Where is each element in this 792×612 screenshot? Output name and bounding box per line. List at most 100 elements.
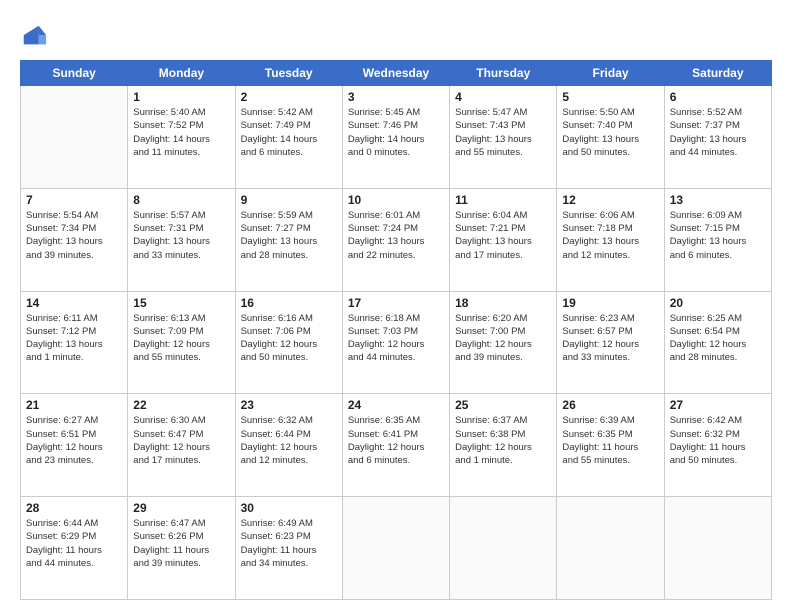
day-info: Sunrise: 5:45 AM Sunset: 7:46 PM Dayligh… [348,106,444,159]
day-info: Sunrise: 5:47 AM Sunset: 7:43 PM Dayligh… [455,106,551,159]
calendar-dow-thursday: Thursday [450,61,557,86]
day-info: Sunrise: 6:44 AM Sunset: 6:29 PM Dayligh… [26,517,122,570]
day-number: 23 [241,398,337,412]
day-number: 14 [26,296,122,310]
calendar-dow-tuesday: Tuesday [235,61,342,86]
logo-icon [20,22,48,50]
day-info: Sunrise: 6:04 AM Sunset: 7:21 PM Dayligh… [455,209,551,262]
header [20,18,772,50]
day-number: 30 [241,501,337,515]
day-info: Sunrise: 6:32 AM Sunset: 6:44 PM Dayligh… [241,414,337,467]
calendar-cell: 14 Sunrise: 6:11 AM Sunset: 7:12 PM Dayli… [21,291,128,394]
day-number: 24 [348,398,444,412]
day-info: Sunrise: 6:13 AM Sunset: 7:09 PM Dayligh… [133,312,229,365]
calendar-cell: 20Sunrise: 6:25 AM Sunset: 6:54 PM Dayli… [664,291,771,394]
day-number: 5 [562,90,658,104]
day-number: 25 [455,398,551,412]
day-info: Sunrise: 6:09 AM Sunset: 7:15 PM Dayligh… [670,209,766,262]
calendar-dow-sunday: Sunday [21,61,128,86]
day-info: Sunrise: 6:35 AM Sunset: 6:41 PM Dayligh… [348,414,444,467]
calendar-table: SundayMondayTuesdayWednesdayThursdayFrid… [20,60,772,600]
calendar-cell: 2 Sunrise: 5:42 AM Sunset: 7:49 PM Daylig… [235,86,342,189]
calendar-cell [664,497,771,600]
day-number: 12 [562,193,658,207]
calendar-cell: 24 Sunrise: 6:35 AM Sunset: 6:41 PM Dayli… [342,394,449,497]
calendar-cell: 15 Sunrise: 6:13 AM Sunset: 7:09 PM Dayli… [128,291,235,394]
calendar-cell: 27 Sunrise: 6:42 AM Sunset: 6:32 PM Dayli… [664,394,771,497]
calendar-cell: 3 Sunrise: 5:45 AM Sunset: 7:46 PM Daylig… [342,86,449,189]
day-number: 11 [455,193,551,207]
day-number: 3 [348,90,444,104]
day-info: Sunrise: 6:39 AM Sunset: 6:35 PM Dayligh… [562,414,658,467]
day-number: 13 [670,193,766,207]
day-info: Sunrise: 6:11 AM Sunset: 7:12 PM Dayligh… [26,312,122,365]
day-info: Sunrise: 6:30 AM Sunset: 6:47 PM Dayligh… [133,414,229,467]
calendar-dow-friday: Friday [557,61,664,86]
calendar-week-row: 14 Sunrise: 6:11 AM Sunset: 7:12 PM Dayli… [21,291,772,394]
day-number: 19 [562,296,658,310]
day-number: 2 [241,90,337,104]
calendar-cell: 19 Sunrise: 6:23 AM Sunset: 6:57 PM Dayli… [557,291,664,394]
day-info: Sunrise: 5:52 AM Sunset: 7:37 PM Dayligh… [670,106,766,159]
day-number: 18 [455,296,551,310]
day-number: 9 [241,193,337,207]
calendar-cell: 4 Sunrise: 5:47 AM Sunset: 7:43 PM Daylig… [450,86,557,189]
day-info: Sunrise: 6:06 AM Sunset: 7:18 PM Dayligh… [562,209,658,262]
day-info: Sunrise: 5:50 AM Sunset: 7:40 PM Dayligh… [562,106,658,159]
calendar-cell: 11 Sunrise: 6:04 AM Sunset: 7:21 PM Dayli… [450,188,557,291]
calendar-week-row: 21 Sunrise: 6:27 AM Sunset: 6:51 PM Dayli… [21,394,772,497]
calendar-cell: 6Sunrise: 5:52 AM Sunset: 7:37 PM Daylig… [664,86,771,189]
day-number: 29 [133,501,229,515]
day-info: Sunrise: 6:42 AM Sunset: 6:32 PM Dayligh… [670,414,766,467]
day-number: 8 [133,193,229,207]
day-info: Sunrise: 6:37 AM Sunset: 6:38 PM Dayligh… [455,414,551,467]
calendar-cell: 28 Sunrise: 6:44 AM Sunset: 6:29 PM Dayli… [21,497,128,600]
calendar-cell: 12 Sunrise: 6:06 AM Sunset: 7:18 PM Dayli… [557,188,664,291]
calendar-cell [21,86,128,189]
day-number: 26 [562,398,658,412]
day-number: 20 [670,296,766,310]
calendar-cell: 5 Sunrise: 5:50 AM Sunset: 7:40 PM Daylig… [557,86,664,189]
page: SundayMondayTuesdayWednesdayThursdayFrid… [0,0,792,612]
calendar-cell: 10Sunrise: 6:01 AM Sunset: 7:24 PM Dayli… [342,188,449,291]
logo [20,22,52,50]
calendar-cell: 8 Sunrise: 5:57 AM Sunset: 7:31 PM Daylig… [128,188,235,291]
day-info: Sunrise: 5:59 AM Sunset: 7:27 PM Dayligh… [241,209,337,262]
calendar-dow-saturday: Saturday [664,61,771,86]
calendar-cell: 21 Sunrise: 6:27 AM Sunset: 6:51 PM Dayli… [21,394,128,497]
calendar-cell: 18Sunrise: 6:20 AM Sunset: 7:00 PM Dayli… [450,291,557,394]
day-number: 15 [133,296,229,310]
calendar-dow-monday: Monday [128,61,235,86]
calendar-cell: 7Sunrise: 5:54 AM Sunset: 7:34 PM Daylig… [21,188,128,291]
day-number: 28 [26,501,122,515]
calendar-cell: 23 Sunrise: 6:32 AM Sunset: 6:44 PM Dayli… [235,394,342,497]
day-info: Sunrise: 6:23 AM Sunset: 6:57 PM Dayligh… [562,312,658,365]
calendar-cell: 13 Sunrise: 6:09 AM Sunset: 7:15 PM Dayli… [664,188,771,291]
calendar-cell [450,497,557,600]
calendar-cell: 9 Sunrise: 5:59 AM Sunset: 7:27 PM Daylig… [235,188,342,291]
calendar-cell: 25 Sunrise: 6:37 AM Sunset: 6:38 PM Dayli… [450,394,557,497]
day-number: 21 [26,398,122,412]
calendar-header-row: SundayMondayTuesdayWednesdayThursdayFrid… [21,61,772,86]
day-number: 4 [455,90,551,104]
calendar-cell: 30 Sunrise: 6:49 AM Sunset: 6:23 PM Dayli… [235,497,342,600]
day-info: Sunrise: 5:40 AM Sunset: 7:52 PM Dayligh… [133,106,229,159]
day-number: 16 [241,296,337,310]
day-number: 27 [670,398,766,412]
calendar-cell [342,497,449,600]
calendar-week-row: 28 Sunrise: 6:44 AM Sunset: 6:29 PM Dayli… [21,497,772,600]
day-number: 7 [26,193,122,207]
calendar-cell: 17Sunrise: 6:18 AM Sunset: 7:03 PM Dayli… [342,291,449,394]
day-info: Sunrise: 6:27 AM Sunset: 6:51 PM Dayligh… [26,414,122,467]
day-info: Sunrise: 6:49 AM Sunset: 6:23 PM Dayligh… [241,517,337,570]
calendar-cell: 22Sunrise: 6:30 AM Sunset: 6:47 PM Dayli… [128,394,235,497]
day-info: Sunrise: 6:47 AM Sunset: 6:26 PM Dayligh… [133,517,229,570]
day-info: Sunrise: 5:57 AM Sunset: 7:31 PM Dayligh… [133,209,229,262]
calendar-dow-wednesday: Wednesday [342,61,449,86]
calendar-week-row: 1Sunrise: 5:40 AM Sunset: 7:52 PM Daylig… [21,86,772,189]
calendar-cell: 1Sunrise: 5:40 AM Sunset: 7:52 PM Daylig… [128,86,235,189]
day-info: Sunrise: 5:42 AM Sunset: 7:49 PM Dayligh… [241,106,337,159]
calendar-cell [557,497,664,600]
day-info: Sunrise: 6:16 AM Sunset: 7:06 PM Dayligh… [241,312,337,365]
calendar-cell: 26 Sunrise: 6:39 AM Sunset: 6:35 PM Dayli… [557,394,664,497]
